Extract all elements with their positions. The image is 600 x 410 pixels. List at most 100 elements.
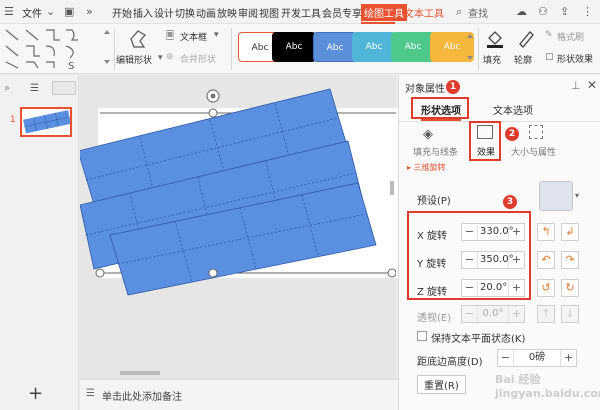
share-icon[interactable]: ⇪ xyxy=(560,5,569,18)
z-rotation-value[interactable]: 20.0° xyxy=(480,280,507,296)
outline-view-icon[interactable]: ☰ xyxy=(30,83,39,94)
save-icon[interactable]: ▣ xyxy=(64,5,74,18)
subtab-size-props[interactable]: 大小与属性 xyxy=(511,145,556,158)
shape-effect-icon[interactable]: ▢ xyxy=(545,52,554,62)
fill-icon[interactable] xyxy=(485,28,505,48)
slide-thumbnail[interactable] xyxy=(20,107,72,137)
perspective-down-icon: ↓ xyxy=(561,305,579,323)
outline-icon[interactable] xyxy=(516,28,536,48)
vertical-scrollbar[interactable] xyxy=(390,181,394,195)
y-rotation-decrement[interactable]: − xyxy=(462,252,478,268)
user-icon[interactable]: ⚇ xyxy=(538,5,548,18)
horizontal-scrollbar[interactable] xyxy=(120,371,160,375)
chevron-down-icon[interactable]: ▾ xyxy=(575,191,579,200)
collapse-icon[interactable]: » xyxy=(4,83,10,94)
style-gallery-scroll-icon[interactable] xyxy=(466,32,474,64)
x-rotation-stepper[interactable]: − 330.0° + xyxy=(461,223,525,241)
z-rotation-decrement[interactable]: − xyxy=(462,280,478,296)
tab-drawing-tools[interactable]: 绘图工具 xyxy=(361,4,407,21)
y-rotation-label: Y 旋转 xyxy=(417,259,447,270)
chevron-down-icon[interactable]: ⌄ xyxy=(46,5,55,18)
z-rotation-increment[interactable]: + xyxy=(508,280,524,296)
bottom-distance-decrement[interactable]: − xyxy=(498,350,514,366)
chevron-down-icon[interactable]: ▾ xyxy=(158,53,163,63)
close-icon[interactable]: ✕ xyxy=(587,78,597,92)
slide-view-icon[interactable] xyxy=(52,81,76,95)
x-rotation-label: X 旋转 xyxy=(417,231,448,242)
connector-gallery[interactable]: S xyxy=(4,28,104,70)
tab-insert[interactable]: 插入 xyxy=(133,5,153,20)
more-options-icon[interactable]: ⋮ xyxy=(582,5,593,18)
rotate-ccw-icon[interactable]: ↺ xyxy=(537,279,555,297)
resize-handle-bottom-right[interactable] xyxy=(387,268,396,278)
reset-button[interactable]: 重置(R) xyxy=(417,375,466,394)
resize-handle-bottom[interactable] xyxy=(208,268,218,278)
bottom-distance-stepper[interactable]: − 0磅 + xyxy=(497,349,577,367)
section-3d-rotation-label: 三维旋转 xyxy=(413,163,446,172)
bottom-distance-value[interactable]: 0磅 xyxy=(516,350,558,366)
more-icon[interactable]: » xyxy=(86,5,93,18)
merge-shape-button: 合并形状 xyxy=(180,55,217,65)
tab-design[interactable]: 设计 xyxy=(154,5,174,20)
tab-text-tools[interactable]: 文本工具 xyxy=(404,5,444,20)
effect-icon[interactable] xyxy=(477,125,493,139)
search-icon[interactable]: ⌕ xyxy=(456,5,462,19)
search-label[interactable]: 查找 xyxy=(468,5,488,20)
x-rotation-decrement[interactable]: − xyxy=(462,224,478,240)
rotate-left-icon[interactable]: ↰ xyxy=(537,223,555,241)
menu-file[interactable]: 文件 xyxy=(22,5,42,20)
preset-dropdown[interactable] xyxy=(539,181,573,211)
rotate-cw-icon[interactable]: ↻ xyxy=(561,279,579,297)
x-rotation-increment[interactable]: + xyxy=(508,224,524,240)
tab-member[interactable]: 会员专享 xyxy=(322,5,362,20)
shape-style-3[interactable]: Abc xyxy=(313,32,357,62)
chevron-down-icon[interactable]: ▾ xyxy=(214,30,219,40)
rotate-handle-icon[interactable] xyxy=(206,89,220,103)
rotate-right-icon[interactable]: ↲ xyxy=(561,223,579,241)
pin-icon[interactable]: ⊥ xyxy=(571,79,581,92)
keep-text-flat-checkbox[interactable] xyxy=(417,331,427,341)
rotate-up-icon[interactable]: ↶ xyxy=(537,251,555,269)
add-slide-button[interactable]: + xyxy=(28,383,43,404)
rotate-down-icon[interactable]: ↷ xyxy=(561,251,579,269)
shape-style-2[interactable]: Abc xyxy=(272,32,316,62)
size-props-icon[interactable] xyxy=(529,125,543,139)
fill-bucket-icon[interactable]: ◈ xyxy=(423,127,433,142)
tab-slideshow[interactable]: 放映 xyxy=(217,5,237,20)
text-box-icon[interactable]: 🗏 xyxy=(166,29,174,46)
edit-shape-icon[interactable] xyxy=(128,29,148,49)
menu-icon[interactable]: ☰ xyxy=(4,5,14,18)
z-rotation-stepper[interactable]: − 20.0° + xyxy=(461,279,525,297)
tab-review[interactable]: 审阅 xyxy=(238,5,258,20)
shape-style-4[interactable]: Abc xyxy=(352,32,396,62)
notes-bar[interactable]: ☰ 单击此处添加备注 xyxy=(80,379,398,410)
x-rotation-value[interactable]: 330.0° xyxy=(480,224,514,240)
fill-button[interactable]: 填充 xyxy=(483,53,501,66)
perspective-decrement: − xyxy=(462,306,478,322)
subtab-fill-line[interactable]: 填充与线条 xyxy=(413,145,458,158)
tab-animation[interactable]: 动画 xyxy=(196,5,216,20)
tab-text-options[interactable]: 文本选项 xyxy=(493,102,533,117)
tab-developer[interactable]: 开发工具 xyxy=(281,5,321,20)
resize-handle-bottom-left[interactable] xyxy=(95,268,105,278)
tab-view[interactable]: 视图 xyxy=(259,5,279,20)
bottom-distance-increment[interactable]: + xyxy=(560,350,576,366)
cloud-icon[interactable]: ☁ xyxy=(516,5,527,18)
tab-transition[interactable]: 切换 xyxy=(175,5,195,20)
selected-shape-group[interactable] xyxy=(80,75,396,379)
y-rotation-stepper[interactable]: − 350.0° + xyxy=(461,251,525,269)
edit-shape-button[interactable]: 编辑形状 xyxy=(116,53,152,66)
shape-effect-button[interactable]: 形状效果 xyxy=(557,52,593,65)
y-rotation-value[interactable]: 350.0° xyxy=(480,252,514,268)
tab-home[interactable]: 开始 xyxy=(112,5,132,20)
outline-button[interactable]: 轮廓 xyxy=(514,53,532,66)
resize-handle-top[interactable] xyxy=(208,108,218,118)
notes-placeholder[interactable]: 单击此处添加备注 xyxy=(102,388,182,403)
gallery-scroll-icon[interactable] xyxy=(102,30,112,68)
keep-text-flat-label[interactable]: 保持文本平面状态(K) xyxy=(431,330,525,345)
y-rotation-increment[interactable]: + xyxy=(508,252,524,268)
text-box-button[interactable]: 文本框 xyxy=(180,30,207,43)
subtab-effect[interactable]: 效果 xyxy=(477,145,495,158)
section-3d-rotation[interactable]: ▸ 三维旋转 xyxy=(407,162,446,173)
shape-style-5[interactable]: Abc xyxy=(391,32,435,62)
